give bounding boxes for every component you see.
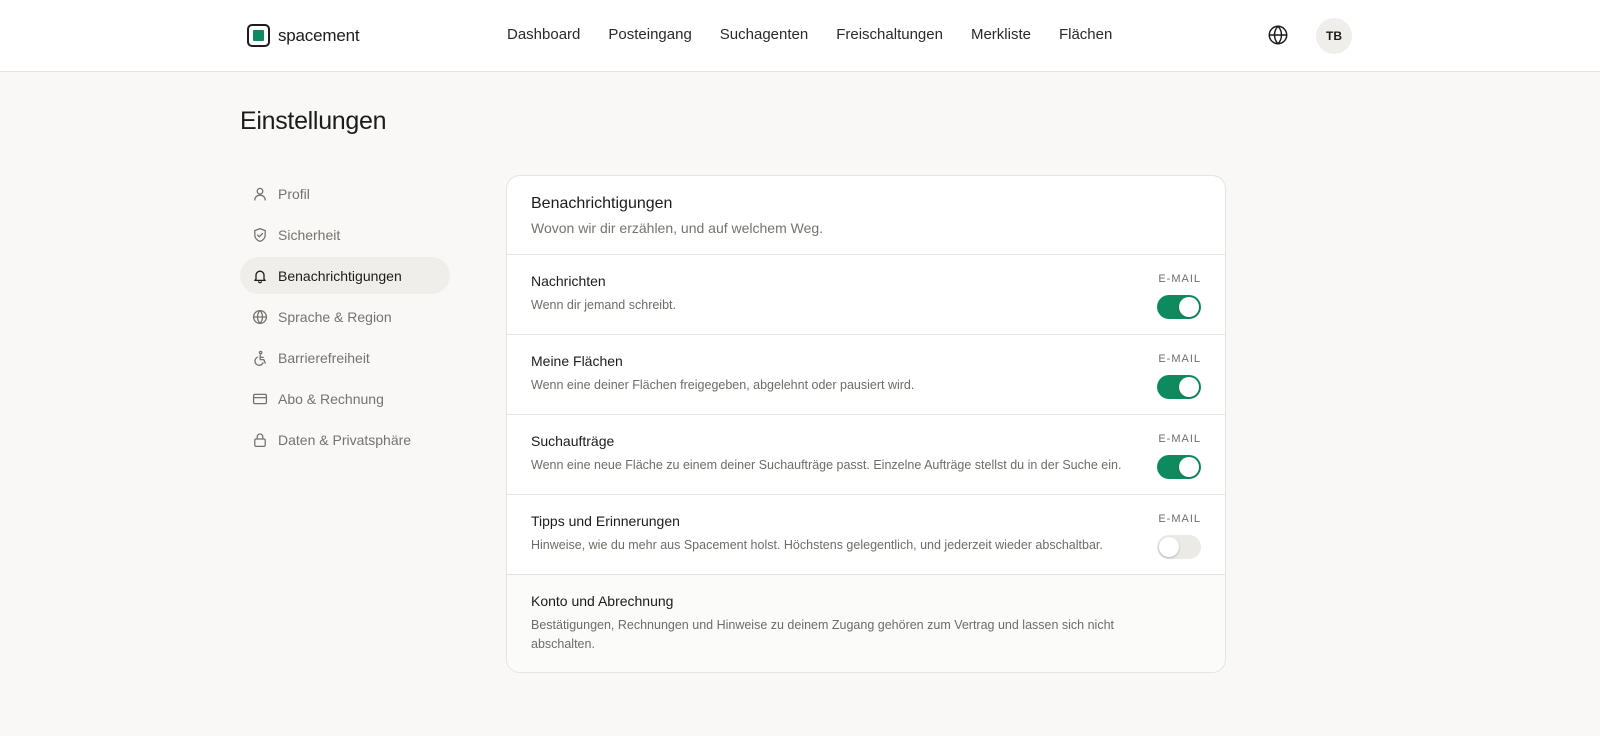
email-toggle-suchauftraege[interactable] bbox=[1157, 455, 1201, 479]
channel-label: E-MAIL bbox=[1158, 513, 1201, 525]
setting-row-suchauftraege: Suchaufträge Wenn eine neue Fläche zu ei… bbox=[507, 415, 1225, 495]
settings-sidebar: Profil Sicherheit Benachrichtigungen Spr… bbox=[240, 175, 450, 462]
setting-description: Wenn dir jemand schreibt. bbox=[531, 298, 676, 312]
setting-title: Tipps und Erinnerungen bbox=[531, 513, 680, 529]
sidebar-item-benachrichtigungen[interactable]: Benachrichtigungen bbox=[240, 257, 450, 294]
sidebar-item-label: Daten & Privatsphäre bbox=[278, 431, 412, 448]
sidebar-item-profil[interactable]: Profil bbox=[240, 175, 450, 212]
nav-item-flaechen[interactable]: Flächen bbox=[1059, 26, 1112, 43]
sidebar-item-label: Barrierefreiheit bbox=[278, 349, 370, 366]
toggle-knob bbox=[1179, 457, 1199, 477]
nav-item-merkliste[interactable]: Merkliste bbox=[971, 26, 1031, 43]
setting-title: Nachrichten bbox=[531, 273, 606, 289]
setting-description: Wenn eine deiner Flächen freigegeben, ab… bbox=[531, 378, 915, 392]
setting-description: Bestätigungen, Rechnungen und Hinweise z… bbox=[531, 618, 1115, 651]
top-navigation-bar: spacement Dashboard Posteingang Suchagen… bbox=[0, 0, 1600, 72]
brand-logo[interactable]: spacement bbox=[247, 24, 360, 47]
sidebar-item-label: Sicherheit bbox=[278, 226, 341, 243]
channel-label: E-MAIL bbox=[1158, 353, 1201, 365]
logo-mark-fill bbox=[253, 30, 264, 41]
channel-label: E-MAIL bbox=[1158, 273, 1201, 285]
email-toggle-tipps-erinnerungen[interactable] bbox=[1157, 535, 1201, 559]
setting-row-nachrichten: Nachrichten Wenn dir jemand schreibt. E-… bbox=[507, 255, 1225, 335]
notifications-card: Benachrichtigungen Wovon wir dir erzähle… bbox=[506, 175, 1226, 673]
nav-item-freischaltungen[interactable]: Freischaltungen bbox=[836, 26, 943, 43]
user-icon bbox=[252, 186, 268, 202]
card-header: Benachrichtigungen Wovon wir dir erzähle… bbox=[507, 176, 1225, 255]
sidebar-item-sprache-region[interactable]: Sprache & Region bbox=[240, 298, 450, 335]
setting-row-meine-flaechen: Meine Flächen Wenn eine deiner Flächen f… bbox=[507, 335, 1225, 415]
setting-description: Wenn eine neue Fläche zu einem deiner Su… bbox=[531, 458, 1122, 472]
setting-title: Suchaufträge bbox=[531, 433, 615, 449]
shield-check-icon bbox=[252, 227, 268, 243]
card-title: Benachrichtigungen bbox=[531, 195, 673, 212]
nav-item-suchagenten[interactable]: Suchagenten bbox=[720, 26, 808, 43]
user-avatar[interactable]: TB bbox=[1316, 18, 1352, 54]
sidebar-item-abo-rechnung[interactable]: Abo & Rechnung bbox=[240, 380, 450, 417]
sidebar-item-label: Sprache & Region bbox=[278, 308, 392, 325]
email-toggle-meine-flaechen[interactable] bbox=[1157, 375, 1201, 399]
sidebar-item-sicherheit[interactable]: Sicherheit bbox=[240, 216, 450, 253]
page-title: Einstellungen bbox=[240, 107, 387, 135]
nav-item-dashboard[interactable]: Dashboard bbox=[507, 26, 580, 43]
bell-icon bbox=[252, 268, 268, 284]
sidebar-item-barrierefreiheit[interactable]: Barrierefreiheit bbox=[240, 339, 450, 376]
logo-mark-icon bbox=[247, 24, 270, 47]
setting-title: Konto und Abrechnung bbox=[531, 593, 674, 609]
setting-title: Meine Flächen bbox=[531, 353, 623, 369]
setting-row-tipps-erinnerungen: Tipps und Erinnerungen Hinweise, wie du … bbox=[507, 495, 1225, 575]
sidebar-item-label: Abo & Rechnung bbox=[278, 390, 384, 407]
channel-label: E-MAIL bbox=[1158, 433, 1201, 445]
language-globe-icon[interactable] bbox=[1267, 24, 1289, 46]
lock-icon bbox=[252, 432, 268, 448]
globe-icon bbox=[252, 309, 268, 325]
setting-description: Hinweise, wie du mehr aus Spacement hols… bbox=[531, 538, 1103, 552]
sidebar-item-daten-privatsphaere[interactable]: Daten & Privatsphäre bbox=[240, 421, 450, 458]
credit-card-icon bbox=[252, 391, 268, 407]
toggle-knob bbox=[1179, 377, 1199, 397]
brand-name: spacement bbox=[278, 25, 360, 45]
toggle-knob bbox=[1159, 537, 1179, 557]
accessibility-icon bbox=[252, 350, 268, 366]
card-subtitle: Wovon wir dir erzählen, und auf welchem … bbox=[531, 220, 824, 236]
email-toggle-nachrichten[interactable] bbox=[1157, 295, 1201, 319]
sidebar-item-label: Profil bbox=[278, 185, 310, 202]
sidebar-item-label: Benachrichtigungen bbox=[278, 267, 402, 284]
nav-item-posteingang[interactable]: Posteingang bbox=[608, 26, 691, 43]
toggle-knob bbox=[1179, 297, 1199, 317]
setting-row-konto-abrechnung: Konto und Abrechnung Bestätigungen, Rech… bbox=[507, 575, 1225, 672]
main-nav: Dashboard Posteingang Suchagenten Freisc… bbox=[507, 26, 1112, 43]
